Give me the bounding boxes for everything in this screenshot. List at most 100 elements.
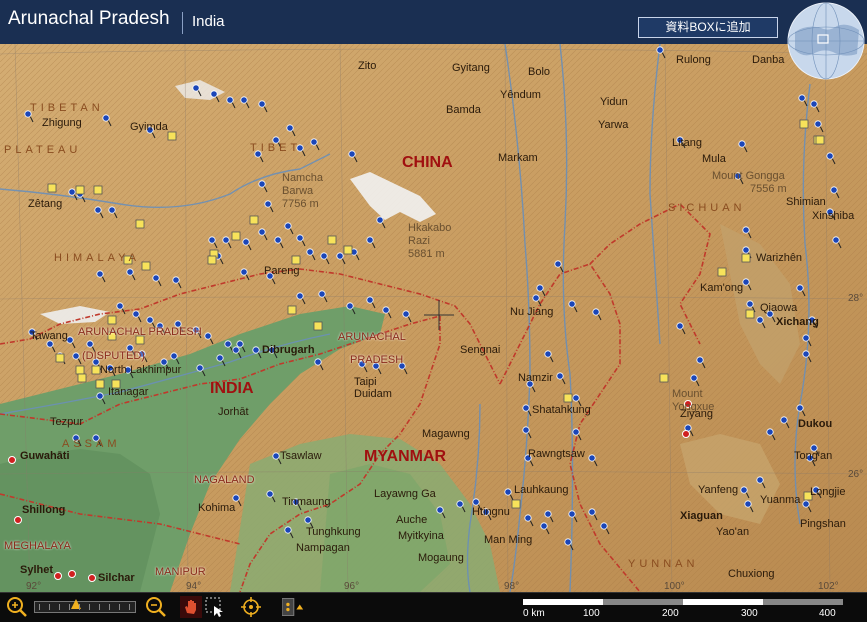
map-pin-icon[interactable] [286,124,296,137]
map-info-marker-icon[interactable] [75,365,85,375]
map-pin-icon[interactable] [756,476,766,489]
map-pin-icon[interactable] [556,372,566,385]
map-pin-icon[interactable] [544,350,554,363]
city-marker-icon[interactable] [68,570,76,578]
map-info-marker-icon[interactable] [741,253,751,263]
map-info-marker-icon[interactable] [287,305,297,315]
map-pin-icon[interactable] [132,310,142,323]
map-pin-icon[interactable] [568,300,578,313]
map-pin-icon[interactable] [504,488,514,501]
map-info-marker-icon[interactable] [135,219,145,229]
map-info-marker-icon[interactable] [107,315,117,325]
city-marker-icon[interactable] [14,516,22,524]
map-view[interactable]: TIBETAN PLATEAU HIMALAYA SICHUAN ASSAM Y… [0,44,867,592]
map-pin-icon[interactable] [258,228,268,241]
globe-locator-icon[interactable] [787,2,865,80]
map-pin-icon[interactable] [402,310,412,323]
map-pin-icon[interactable] [116,302,126,315]
city-marker-icon[interactable] [54,572,62,580]
map-pin-icon[interactable] [152,274,162,287]
map-pin-icon[interactable] [796,284,806,297]
map-pin-icon[interactable] [172,276,182,289]
map-pin-icon[interactable] [536,284,546,297]
map-pin-icon[interactable] [796,404,806,417]
map-pin-icon[interactable] [232,346,242,359]
map-pin-icon[interactable] [588,454,598,467]
map-info-marker-icon[interactable] [207,255,217,265]
map-pin-icon[interactable] [96,270,106,283]
add-to-box-button[interactable]: 資料BOXに追加 [638,17,778,38]
map-pin-icon[interactable] [318,290,328,303]
map-pin-icon[interactable] [314,358,324,371]
map-pin-icon[interactable] [296,234,306,247]
map-pin-icon[interactable] [540,522,550,535]
map-pin-icon[interactable] [306,248,316,261]
zoom-slider[interactable] [34,599,136,613]
map-pin-icon[interactable] [830,186,840,199]
map-info-marker-icon[interactable] [95,379,105,389]
map-info-marker-icon[interactable] [231,231,241,241]
layer-toggle-icon[interactable] [282,596,304,618]
map-pin-icon[interactable] [738,140,748,153]
map-info-marker-icon[interactable] [659,373,669,383]
map-info-marker-icon[interactable] [93,185,103,195]
map-pin-icon[interactable] [108,206,118,219]
map-pin-icon[interactable] [240,96,250,109]
map-pin-icon[interactable] [676,322,686,335]
map-pin-icon[interactable] [742,226,752,239]
map-pin-icon[interactable] [226,96,236,109]
map-pin-icon[interactable] [126,268,136,281]
map-pin-icon[interactable] [196,364,206,377]
map-pin-icon[interactable] [366,236,376,249]
map-pin-icon[interactable] [216,354,226,367]
map-pin-icon[interactable] [346,302,356,315]
map-pin-icon[interactable] [274,236,284,249]
map-pin-icon[interactable] [802,334,812,347]
map-pin-icon[interactable] [592,308,602,321]
map-info-marker-icon[interactable] [745,309,755,319]
map-info-marker-icon[interactable] [75,185,85,195]
map-pin-icon[interactable] [284,222,294,235]
map-pin-icon[interactable] [742,278,752,291]
map-info-marker-icon[interactable] [77,373,87,383]
city-marker-icon[interactable] [8,456,16,464]
map-info-marker-icon[interactable] [327,235,337,245]
map-pin-icon[interactable] [522,426,532,439]
map-pin-icon[interactable] [310,138,320,151]
map-info-marker-icon[interactable] [511,499,521,509]
map-pin-icon[interactable] [336,252,346,265]
map-pin-icon[interactable] [802,350,812,363]
center-target-icon[interactable] [240,596,262,618]
map-pin-icon[interactable] [94,206,104,219]
map-pin-icon[interactable] [224,340,234,353]
map-info-marker-icon[interactable] [343,245,353,255]
map-pin-icon[interactable] [600,522,610,535]
map-pin-icon[interactable] [192,84,202,97]
select-area-icon[interactable] [204,596,226,618]
map-pin-icon[interactable] [524,514,534,527]
map-info-marker-icon[interactable] [313,321,323,331]
map-info-marker-icon[interactable] [55,353,65,363]
map-pin-icon[interactable] [320,252,330,265]
map-pin-icon[interactable] [348,150,358,163]
map-pin-icon[interactable] [264,200,274,213]
map-info-marker-icon[interactable] [291,255,301,265]
map-pin-icon[interactable] [376,216,386,229]
map-pin-icon[interactable] [72,352,82,365]
map-pin-icon[interactable] [814,120,824,133]
map-pin-icon[interactable] [66,336,76,349]
map-pin-icon[interactable] [766,428,776,441]
map-pin-icon[interactable] [696,356,706,369]
map-pin-icon[interactable] [656,46,666,59]
map-pin-icon[interactable] [554,260,564,273]
pan-hand-icon[interactable] [180,596,202,618]
map-pin-icon[interactable] [284,526,294,539]
map-pin-icon[interactable] [564,538,574,551]
map-pin-icon[interactable] [96,392,106,405]
map-pin-icon[interactable] [826,152,836,165]
city-marker-icon[interactable] [682,430,690,438]
map-info-marker-icon[interactable] [91,365,101,375]
map-info-marker-icon[interactable] [815,135,825,145]
map-pin-icon[interactable] [568,510,578,523]
map-pin-icon[interactable] [102,114,112,127]
